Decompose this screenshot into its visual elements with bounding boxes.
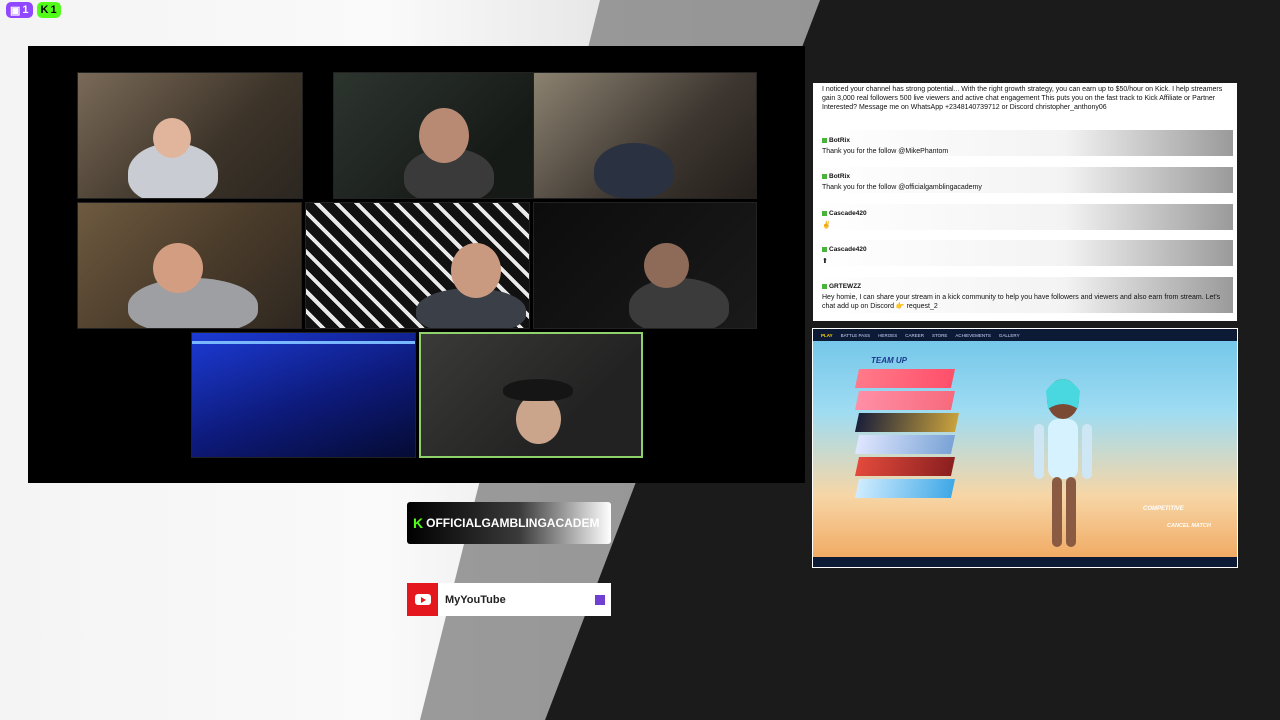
chat-message-text: Thank you for the follow @officialgambli… bbox=[822, 184, 982, 191]
chat-message-text: Hey homie, I can share your stream in a … bbox=[822, 294, 1221, 310]
camera-tile bbox=[191, 332, 416, 458]
twitch-badge: ▣ 1 bbox=[6, 2, 33, 18]
camera-grid bbox=[28, 46, 805, 483]
chat-username: Cascade420 bbox=[822, 246, 867, 253]
chat-overlay: I noticed your channel has strong potent… bbox=[813, 83, 1237, 321]
youtube-channel-name: MyYouTube bbox=[445, 593, 506, 606]
user-badge-icon bbox=[822, 247, 827, 252]
camera-tile-active bbox=[419, 332, 643, 458]
team-slot bbox=[854, 391, 956, 410]
team-slot bbox=[854, 479, 956, 498]
streamer-hat bbox=[503, 379, 573, 401]
streamer-head bbox=[451, 243, 501, 298]
game-nav-item: BATTLE PASS bbox=[840, 332, 871, 338]
user-badge-icon bbox=[822, 284, 827, 289]
streamer-head bbox=[153, 243, 203, 293]
chat-username: GRTEWZZ bbox=[822, 283, 861, 290]
camera-tile bbox=[305, 202, 530, 329]
user-badge-icon bbox=[822, 211, 827, 216]
game-mode-label: COMPETITIVE bbox=[1143, 506, 1184, 512]
camera-tile bbox=[77, 202, 302, 329]
streamer-figure bbox=[594, 143, 674, 198]
kick-logo-icon: K bbox=[413, 515, 423, 531]
kick-channel-banner: K OFFICIALGAMBLINGACADEM bbox=[407, 502, 611, 544]
streamer-head bbox=[644, 243, 689, 288]
chat-username: BotRix bbox=[822, 137, 850, 144]
chat-message-text: ✌ bbox=[822, 222, 831, 229]
chat-username: BotRix bbox=[822, 173, 850, 180]
user-badge-icon bbox=[822, 138, 827, 143]
team-slot bbox=[854, 413, 960, 432]
chat-message-text: Thank you for the follow @MikePhantom bbox=[822, 148, 949, 155]
hero-character bbox=[1034, 379, 1092, 547]
chat-username: Cascade420 bbox=[822, 210, 867, 217]
game-nav-item: GALLERY bbox=[998, 332, 1020, 338]
camera-tile bbox=[77, 72, 303, 199]
youtube-logo bbox=[407, 583, 438, 616]
team-slot bbox=[854, 457, 956, 476]
game-capture: PLAY BATTLE PASS HEROES CAREER STORE ACH… bbox=[812, 328, 1238, 568]
game-nav-item: ACHIEVEMENTS bbox=[955, 332, 991, 338]
youtube-channel-banner: MyYouTube bbox=[407, 583, 611, 616]
chat-message-text: ⬆ bbox=[822, 258, 828, 265]
team-slot bbox=[854, 369, 956, 388]
user-badge-icon bbox=[822, 174, 827, 179]
team-label: TEAM UP bbox=[871, 356, 907, 365]
game-footer-bar bbox=[813, 557, 1237, 567]
chat-message-text: I noticed your channel has strong potent… bbox=[822, 86, 1223, 111]
game-nav-item: PLAY bbox=[821, 332, 833, 338]
camera-tile bbox=[533, 72, 757, 199]
kick-icon: K bbox=[40, 4, 49, 16]
team-slot bbox=[854, 435, 956, 454]
twitch-icon: ▣ bbox=[10, 4, 21, 17]
camera-tile bbox=[333, 72, 557, 199]
game-nav-item: CAREER bbox=[905, 332, 924, 338]
streamer-figure bbox=[629, 278, 729, 328]
youtube-play-icon bbox=[414, 594, 431, 605]
game-nav-item: HEROES bbox=[878, 332, 898, 338]
cancel-match-button[interactable]: CANCEL MATCH bbox=[1167, 523, 1211, 529]
kick-count: 1 bbox=[50, 4, 57, 16]
game-nav-bar: PLAY BATTLE PASS HEROES CAREER STORE ACH… bbox=[813, 329, 1237, 341]
platform-badges: ▣ 1 K 1 bbox=[6, 2, 61, 18]
camera-tile bbox=[533, 202, 757, 329]
streamer-head bbox=[419, 108, 469, 163]
twitch-square-icon bbox=[595, 594, 605, 605]
kick-channel-name: OFFICIALGAMBLINGACADEM bbox=[426, 516, 600, 530]
streamer-head bbox=[516, 394, 561, 444]
streamer-head bbox=[153, 118, 191, 158]
game-nav-item: STORE bbox=[931, 332, 948, 338]
twitch-count: 1 bbox=[22, 4, 29, 16]
kick-badge: K 1 bbox=[36, 2, 61, 18]
light-strip bbox=[192, 341, 415, 344]
